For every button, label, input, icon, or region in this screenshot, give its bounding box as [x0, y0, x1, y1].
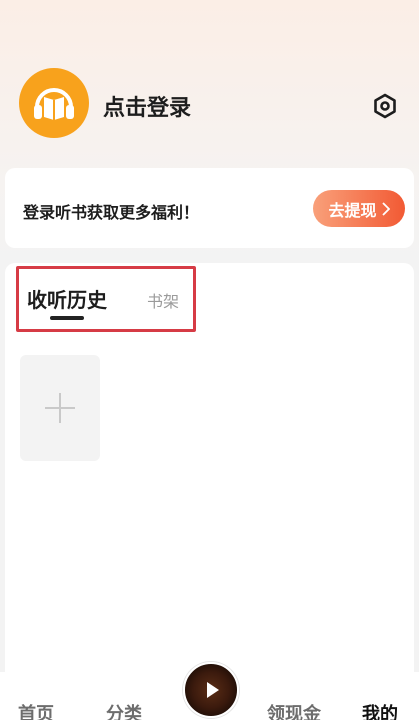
plus-icon — [45, 393, 75, 423]
tab-history[interactable]: 收听历史 — [27, 284, 107, 313]
gear-icon — [374, 93, 396, 119]
nav-mine[interactable]: 我的 — [362, 700, 398, 720]
nav-category[interactable]: 分类 — [106, 700, 142, 720]
player-disc[interactable] — [183, 662, 239, 718]
withdraw-button-label: 去提现 — [328, 200, 377, 220]
nav-earn-cash[interactable]: 领现金 — [267, 700, 321, 720]
login-label[interactable]: 点击登录 — [103, 90, 191, 122]
nav-home[interactable]: 首页 — [18, 700, 54, 720]
headphones-book-icon — [34, 88, 74, 120]
active-tab-indicator — [50, 316, 84, 320]
withdraw-button[interactable]: 去提现 — [313, 190, 405, 227]
promo-text: 登录听书获取更多福利！ — [23, 203, 200, 222]
tab-shelf[interactable]: 书架 — [147, 288, 179, 312]
profile-header: 点击登录 — [0, 0, 419, 160]
avatar[interactable] — [19, 68, 89, 138]
play-icon — [207, 682, 219, 698]
chevron-right-icon — [381, 201, 390, 216]
add-book-card[interactable] — [20, 355, 100, 461]
settings-button[interactable] — [371, 92, 399, 120]
promo-banner: 登录听书获取更多福利！ 去提现 — [5, 168, 414, 248]
